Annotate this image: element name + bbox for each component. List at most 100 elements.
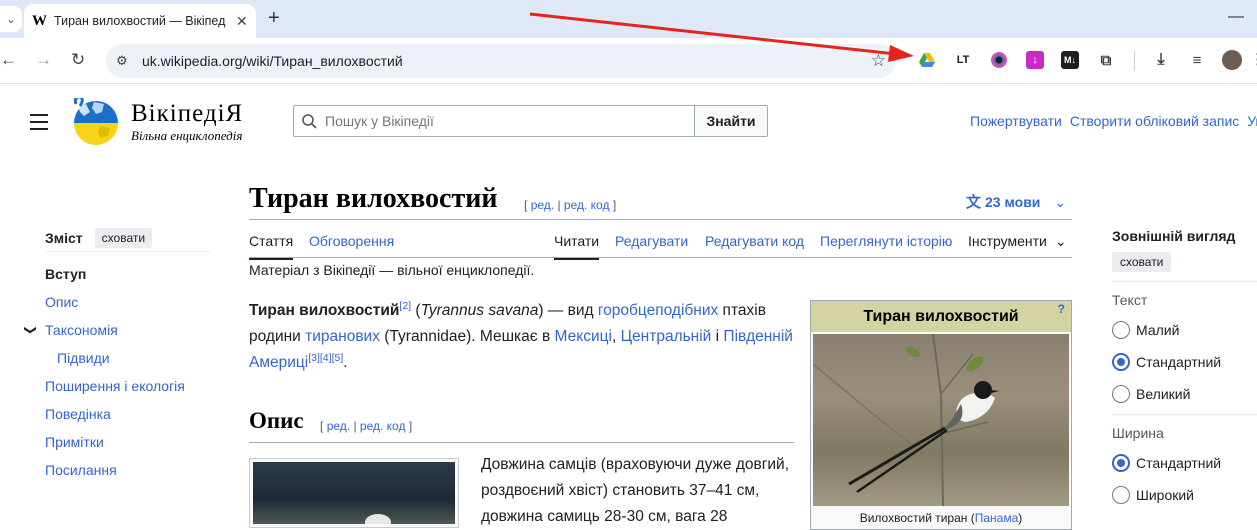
edit-separator: | <box>353 419 357 433</box>
toc-item-label[interactable]: Поведінка <box>45 406 111 422</box>
tab-article[interactable]: Стаття <box>249 233 294 260</box>
title-edit-link[interactable]: ред. <box>531 198 554 212</box>
tab-search-chevron-icon[interactable]: ⌄ <box>0 6 22 32</box>
toc-list: Вступ Опис ❯ Таксономія Підвиди Поширення і е… <box>24 260 210 484</box>
site-info-icon[interactable]: ⚙ <box>116 53 142 69</box>
search-box[interactable] <box>293 105 695 137</box>
ref-links[interactable]: [3][4][5] <box>308 352 343 364</box>
infobox-help-link[interactable]: ? <box>1058 302 1065 316</box>
bookmark-star-icon[interactable]: ☆ <box>871 51 886 71</box>
login-link[interactable]: Увійти <box>1247 113 1257 129</box>
search-button[interactable]: Знайти <box>694 105 768 137</box>
create-account-link[interactable]: Створити обліковий запис <box>1070 113 1239 129</box>
toolbar-separator <box>1134 51 1135 71</box>
menu-kebab-icon[interactable]: ⋮ <box>1250 50 1257 68</box>
tab-talk[interactable]: Обговорення <box>309 233 394 249</box>
donate-link[interactable]: Пожертвувати <box>970 113 1062 129</box>
bird-photo-thumbnail[interactable] <box>253 462 455 524</box>
language-button[interactable]: 文 23 мови ⌄ <box>966 191 1066 212</box>
chevron-down-icon[interactable]: ❯ <box>17 325 45 335</box>
toc-item-label[interactable]: Поширення і екологія <box>45 378 185 394</box>
tab-history[interactable]: Переглянути історію <box>820 233 952 249</box>
translate-icon: 文 <box>966 194 982 211</box>
radio-option[interactable]: Широкий <box>1112 479 1257 511</box>
search-input[interactable] <box>325 113 685 129</box>
tab-read[interactable]: Читати <box>554 233 600 260</box>
toc-item-label[interactable]: Вступ <box>45 266 86 282</box>
infobox-title: Тиран вилохвостий ? <box>811 301 1071 332</box>
appearance-divider <box>1112 281 1257 282</box>
title-edit-links: [ ред. | ред. код ] <box>524 198 616 212</box>
tab-tools[interactable]: Інструменти ⌄ <box>968 233 1067 250</box>
radio-button[interactable] <box>1112 353 1130 371</box>
appearance-hide-button[interactable]: сховати <box>1112 252 1172 272</box>
caption-end: ) <box>1018 511 1023 525</box>
radio-option[interactable]: Стандартний <box>1112 346 1257 378</box>
radio-label: Стандартний <box>1136 455 1222 471</box>
latin-name: Tyrannus savana <box>420 302 539 319</box>
toc-item-label[interactable]: Підвиди <box>57 350 110 366</box>
infobox-bird-photo[interactable] <box>813 334 1069 506</box>
toc-item[interactable]: Поширення і екологія <box>45 372 210 400</box>
tab-edit-source[interactable]: Редагувати код <box>705 233 804 249</box>
radio-label: Стандартний <box>1136 354 1222 370</box>
search-icon <box>302 113 317 129</box>
section-divider <box>249 442 794 443</box>
link-mexico[interactable]: Мексиці <box>555 328 612 345</box>
toc-hide-button[interactable]: сховати <box>94 227 153 248</box>
forward-arrow-icon[interactable]: → <box>35 50 52 70</box>
toc-item[interactable]: Посилання <box>45 456 210 484</box>
radio-button[interactable] <box>1112 454 1130 472</box>
toc-item-label[interactable]: Примітки <box>45 434 104 450</box>
tab-edit[interactable]: Редагувати <box>615 233 688 249</box>
toc-item[interactable]: Поведінка <box>45 400 210 428</box>
radio-option[interactable]: Малий <box>1112 314 1257 346</box>
toc-item[interactable]: Примітки <box>45 428 210 456</box>
link-central-america[interactable]: Центральній <box>621 328 712 345</box>
section-edit-link[interactable]: ред. <box>327 419 350 433</box>
toc-item[interactable]: Вступ <box>45 260 210 288</box>
infobox: Тиран вилохвостий ? Вилохвостий тиран (П… <box>810 300 1072 530</box>
colorzilla-icon[interactable] <box>990 51 1008 69</box>
section-edit-code-link[interactable]: ред. код <box>360 419 406 433</box>
radio-label: Широкий <box>1136 487 1194 503</box>
toc-item[interactable]: Підвиди <box>45 344 210 372</box>
downloads-icon[interactable]: ⤓ <box>1152 51 1170 69</box>
toc-item-label[interactable]: Таксономія <box>45 322 118 338</box>
tab-close-icon[interactable]: ✕ <box>236 13 248 30</box>
download-manager-icon[interactable]: ↓ <box>1026 51 1044 69</box>
radio-button[interactable] <box>1112 385 1130 403</box>
wikipedia-globe-logo-icon[interactable] <box>70 98 122 146</box>
radio-option[interactable]: Стандартний <box>1112 447 1257 479</box>
toc-item-label[interactable]: Опис <box>45 294 78 310</box>
puzzle-icon[interactable]: ⧉ <box>1097 51 1115 69</box>
new-tab-plus-icon[interactable]: + <box>268 7 280 30</box>
title-edit-code-link[interactable]: ред. код <box>564 198 610 212</box>
address-bar[interactable]: ⚙ uk.wikipedia.org/wiki/Тиран_вилохвости… <box>106 44 896 78</box>
link-passerines[interactable]: горобцеподібних <box>598 302 718 319</box>
caption-link-panama[interactable]: Панама <box>975 511 1019 525</box>
link-tyrannidae[interactable]: тиранових <box>305 328 380 345</box>
window-minimize-icon[interactable]: — <box>1228 8 1244 26</box>
radio-button[interactable] <box>1112 321 1130 339</box>
reload-icon[interactable]: ↻ <box>71 50 85 70</box>
profile-avatar[interactable] <box>1222 50 1242 70</box>
back-arrow-icon[interactable]: ← <box>0 50 17 70</box>
google-drive-icon[interactable] <box>918 51 936 69</box>
radio-button[interactable] <box>1112 486 1130 504</box>
user-links: Пожертвувати Створити обліковий запис Увій… <box>970 113 1257 129</box>
lead-text: ( <box>411 302 421 319</box>
wikipedia-wordmark[interactable]: ВікіпедіЯ <box>131 100 243 128</box>
main-menu-hamburger-icon[interactable] <box>30 114 48 135</box>
media-controls-icon[interactable]: ≡ <box>1188 51 1206 69</box>
browser-tab-active[interactable]: W Тиран вилохвостий — Вікіпед ✕ <box>24 4 256 38</box>
lt-icon[interactable]: LT <box>954 51 972 69</box>
toc-item-label[interactable]: Посилання <box>45 462 117 478</box>
site-subtitle: Матеріал з Вікіпедії — вільної енциклопе… <box>249 262 535 278</box>
radio-option[interactable]: Великий <box>1112 378 1257 410</box>
url-text[interactable]: uk.wikipedia.org/wiki/Тиран_вилохвостий <box>142 53 403 69</box>
toc-item[interactable]: Опис <box>45 288 210 316</box>
toc-item[interactable]: ❯ Таксономія <box>24 316 210 344</box>
ref-link[interactable]: [2] <box>399 300 411 312</box>
markdown-icon[interactable]: M↓ <box>1061 51 1079 69</box>
